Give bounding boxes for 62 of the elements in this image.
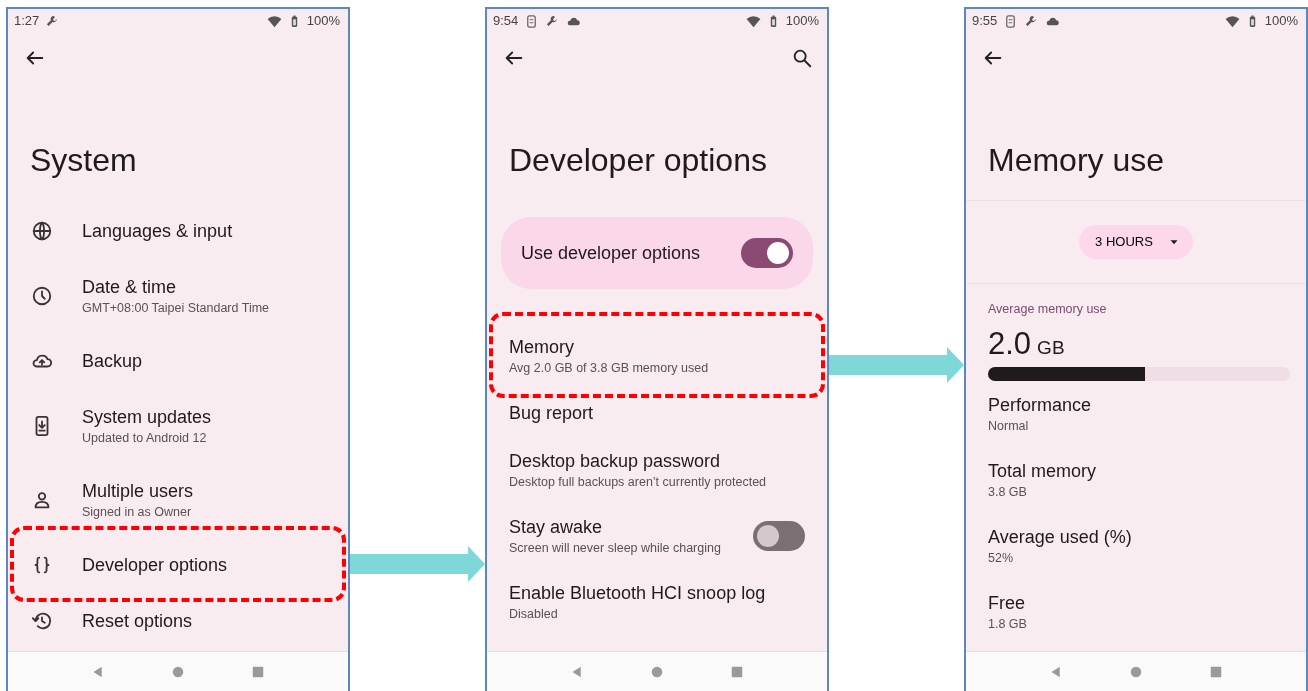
item-title: Languages & input — [82, 220, 233, 243]
clock-icon — [31, 285, 53, 307]
status-time: 1:27 — [14, 12, 40, 31]
stat-value: Normal — [988, 417, 1030, 435]
battery-level: 100% — [1264, 12, 1298, 31]
stat-label: Total memory — [988, 459, 1098, 483]
settings-item[interactable]: Date & time GMT+08:00 Taipei Standard Time — [8, 259, 348, 333]
item-title: Backup — [82, 350, 143, 373]
memory-unit: GB — [1037, 335, 1065, 360]
stat-value: 3.8 GB — [988, 483, 1028, 501]
battery-level: 100% — [785, 12, 819, 31]
item-title: Desktop backup password — [509, 450, 722, 473]
page-title: Developer options — [508, 141, 768, 180]
settings-item[interactable]: Bug report — [487, 389, 827, 437]
item-title: Multiple users — [82, 480, 194, 503]
status-time: 9:55 — [972, 12, 998, 31]
item-subtitle: Screen will never sleep while charging — [509, 540, 722, 557]
wifi-icon — [1224, 13, 1240, 29]
toggle-switch[interactable] — [753, 521, 805, 551]
search-button[interactable] — [791, 47, 813, 69]
wifi-icon — [266, 13, 282, 29]
globe-icon — [31, 220, 53, 242]
item-subtitle: Signed in as Owner — [82, 504, 193, 521]
item-subtitle: GMT+08:00 Taipei Standard Time — [82, 300, 270, 317]
settings-item[interactable]: Multiple users Signed in as Owner — [8, 463, 348, 537]
item-subtitle: Disabled — [509, 606, 559, 623]
settings-item[interactable]: Enable Bluetooth HCI snoop log Disabled — [487, 569, 827, 635]
settings-item[interactable]: Stay awake Screen will never sleep while charging — [487, 503, 827, 569]
period-dropdown[interactable]: 3 HOURS — [1079, 225, 1193, 259]
section-label: Average memory use — [987, 301, 1108, 318]
page-title: System — [29, 141, 138, 180]
page-title: Memory use — [987, 141, 1166, 180]
item-subtitle: Desktop full backups aren’t currently protected — [509, 474, 768, 491]
item-title: System updates — [82, 406, 212, 429]
switch-label: Use developer options — [521, 241, 701, 265]
item-title: Memory — [509, 336, 575, 359]
item-title: Stay awake — [509, 516, 604, 539]
item-title: Bug report — [509, 402, 595, 425]
item-title: Developer options — [82, 554, 228, 577]
item-title: Reset options — [82, 610, 193, 633]
stat-label: Performance — [988, 393, 1093, 417]
battery-level: 100% — [306, 12, 340, 31]
wifi-icon — [745, 13, 761, 29]
settings-item[interactable]: Desktop backup password Desktop full backups aren’t currently protected — [487, 437, 827, 503]
master-switch-card[interactable]: Use developer options — [501, 217, 813, 289]
settings-item[interactable]: Backup — [8, 333, 348, 389]
item-subtitle: Avg 2.0 GB of 3.8 GB memory used — [509, 360, 710, 377]
stat-label: Free — [988, 591, 1026, 615]
search-icon — [791, 47, 813, 69]
item-subtitle: Updated to Android 12 — [82, 430, 208, 447]
settings-item[interactable]: Reset options — [8, 593, 348, 649]
item-title: Date & time — [82, 276, 178, 299]
stat-label: Average used (%) — [988, 525, 1133, 549]
memory-value: 2.0 — [988, 324, 1032, 363]
settings-item[interactable]: Languages & input — [8, 203, 348, 259]
toggle-switch[interactable] — [741, 238, 793, 268]
settings-item[interactable]: System updates Updated to Android 12 — [8, 389, 348, 463]
stat-value: 52% — [988, 549, 1015, 567]
stat-value: 1.8 GB — [988, 615, 1028, 633]
history-icon — [31, 610, 53, 632]
item-title: Enable Bluetooth HCI snoop log — [509, 582, 767, 605]
status-time: 9:54 — [493, 12, 519, 31]
